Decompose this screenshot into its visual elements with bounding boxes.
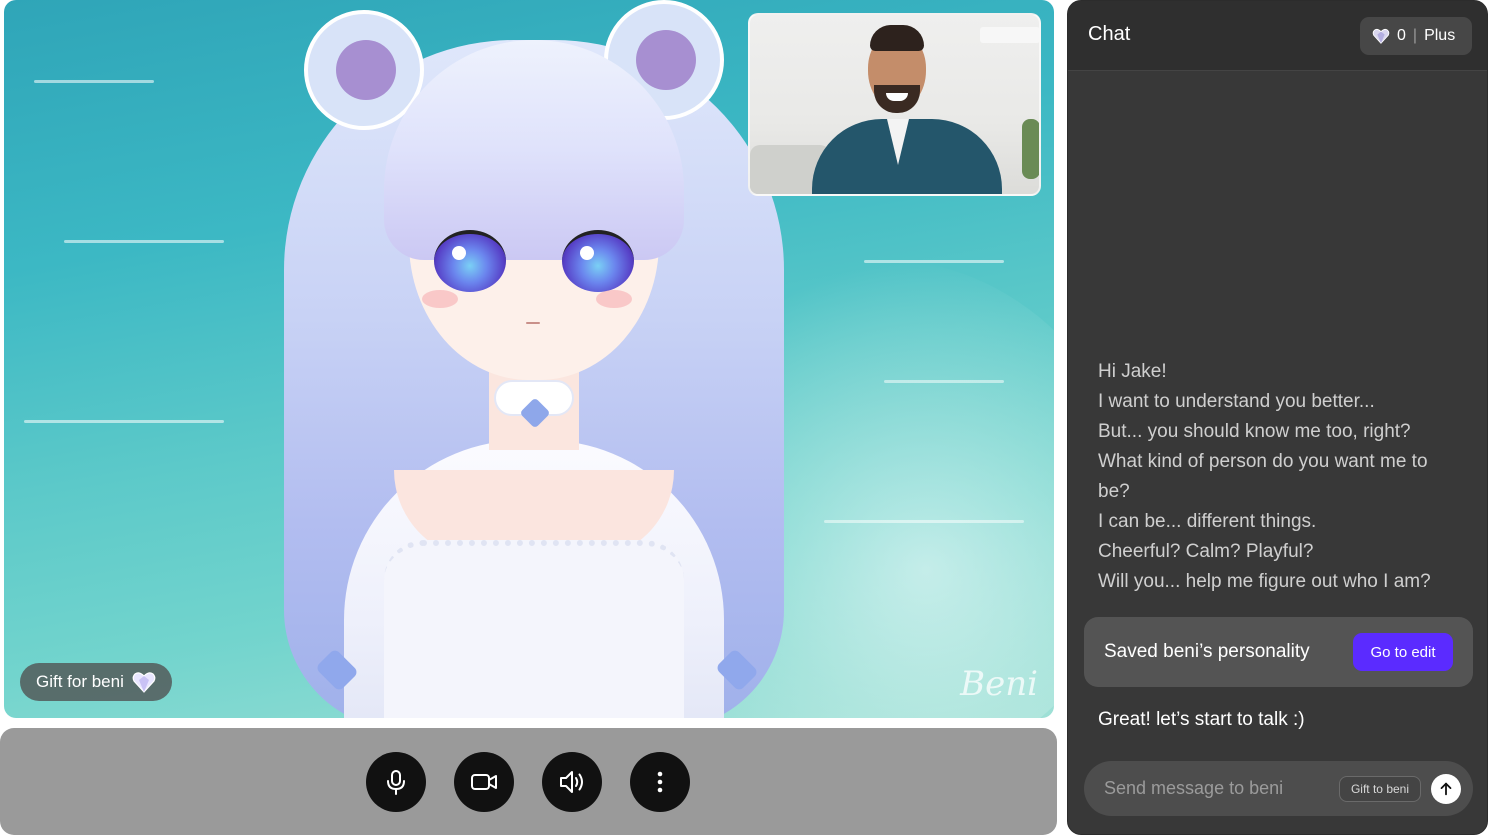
- camera-button[interactable]: [454, 752, 514, 812]
- avatar-mouth: [526, 322, 540, 324]
- plant: [1022, 119, 1039, 179]
- video-camera-icon: [471, 774, 497, 790]
- message-input[interactable]: [1104, 778, 1339, 799]
- go-to-edit-button[interactable]: Go to edit: [1353, 633, 1453, 671]
- saved-personality-card: Saved beni’s personality Go to edit: [1084, 617, 1473, 687]
- message-line: Will you... help me figure out who I am?: [1098, 571, 1431, 592]
- saved-personality-text: Saved beni’s personality: [1104, 641, 1310, 662]
- message-line: But... you should know me too, right?: [1098, 421, 1411, 442]
- avatar-dress: [384, 540, 684, 718]
- message-list: Hi Jake! I want to understand you better…: [1098, 357, 1468, 597]
- more-options-button[interactable]: [630, 752, 690, 812]
- more-vertical-icon: [657, 771, 663, 793]
- chat-panel: Chat 0 | Plus Hi Jake! I want to underst…: [1067, 0, 1488, 835]
- microphone-icon: [387, 770, 405, 795]
- call-control-bar: [0, 728, 1057, 835]
- avatar-eye-right: [562, 230, 634, 292]
- arrow-up-icon: [1440, 782, 1452, 795]
- wave-line: [24, 420, 224, 423]
- wave-line: [34, 80, 154, 83]
- brand-watermark: Beni: [960, 664, 1038, 704]
- message-line: be?: [1098, 481, 1130, 502]
- message-line: What kind of person do you want me to: [1098, 451, 1428, 472]
- avatar-blush-right: [596, 290, 632, 308]
- user-torso: [812, 119, 1002, 194]
- gift-label: Gift for beni: [36, 672, 124, 691]
- self-view-camera: [748, 13, 1041, 196]
- gift-for-beni-button[interactable]: Gift for beni: [20, 663, 172, 701]
- speaker-icon: [560, 771, 583, 793]
- avatar-blush-left: [422, 290, 458, 308]
- send-button[interactable]: [1431, 773, 1461, 804]
- separator: |: [1412, 27, 1418, 44]
- message-line: Hi Jake!: [1098, 361, 1167, 382]
- plan-badge[interactable]: 0 | Plus: [1360, 17, 1472, 55]
- chat-title: Chat: [1088, 23, 1131, 45]
- message-composer: Gift to beni: [1084, 761, 1473, 816]
- gift-to-beni-button[interactable]: Gift to beni: [1338, 775, 1421, 802]
- diamond-heart-icon: [132, 671, 156, 693]
- message-line: I can be... different things.: [1098, 511, 1317, 532]
- user-hair: [870, 25, 924, 51]
- gem-count: 0: [1397, 27, 1406, 44]
- avatar-eye-left: [434, 230, 506, 292]
- plan-label: Plus: [1424, 27, 1456, 44]
- diamond-heart-icon: [1372, 28, 1390, 44]
- microphone-button[interactable]: [366, 752, 426, 812]
- reply-message: Great! let’s start to talk :): [1098, 709, 1305, 730]
- anime-avatar: [244, 0, 824, 718]
- air-conditioner: [980, 27, 1039, 43]
- message-line: I want to understand you better...: [1098, 391, 1375, 412]
- wave-line: [64, 240, 224, 243]
- speaker-button[interactable]: [542, 752, 602, 812]
- message-line: Cheerful? Calm? Playful?: [1098, 541, 1314, 562]
- chat-header: Chat 0 | Plus: [1068, 1, 1487, 71]
